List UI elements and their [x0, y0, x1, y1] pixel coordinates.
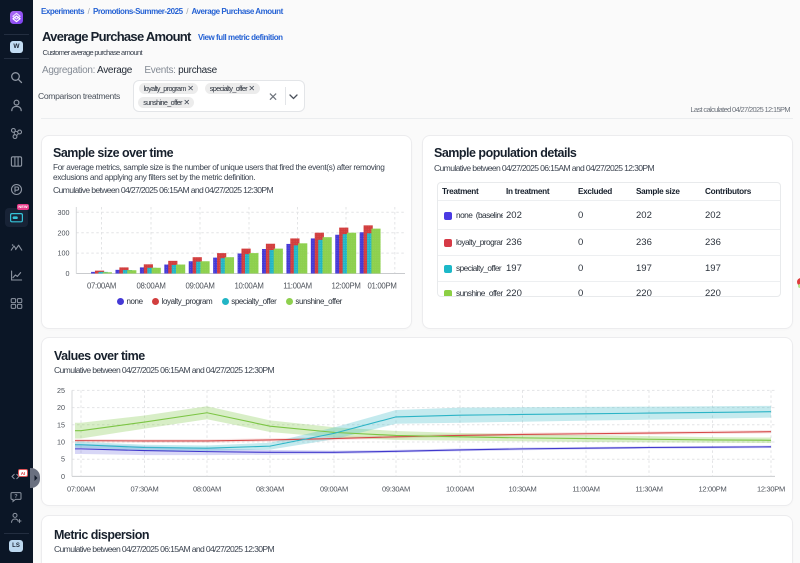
- svg-text:25: 25: [57, 386, 65, 395]
- svg-text:11:00AM: 11:00AM: [572, 485, 599, 494]
- svg-text:10:00AM: 10:00AM: [446, 485, 474, 494]
- svg-text:200: 200: [58, 228, 70, 237]
- svg-text:08:00AM: 08:00AM: [193, 485, 221, 494]
- svg-text:20: 20: [57, 403, 65, 412]
- svg-text:10:30AM: 10:30AM: [509, 485, 537, 494]
- svg-text:01:00PM: 01:00PM: [367, 282, 396, 291]
- svg-text:08:00AM: 08:00AM: [136, 282, 165, 291]
- svg-text:0: 0: [66, 269, 70, 278]
- svg-text:15: 15: [57, 420, 65, 429]
- svg-text:5: 5: [61, 455, 65, 464]
- svg-text:08:30AM: 08:30AM: [256, 485, 284, 494]
- svg-text:300: 300: [58, 208, 70, 217]
- svg-text:10:00AM: 10:00AM: [234, 282, 263, 291]
- svg-text:0: 0: [61, 472, 65, 481]
- svg-text:09:00AM: 09:00AM: [185, 282, 214, 291]
- svg-text:12:30PM: 12:30PM: [757, 485, 785, 494]
- svg-text:07:00AM: 07:00AM: [87, 282, 116, 291]
- svg-text:12:00PM: 12:00PM: [331, 282, 360, 291]
- svg-text:11:30AM: 11:30AM: [635, 485, 662, 494]
- svg-text:07:30AM: 07:30AM: [131, 485, 159, 494]
- svg-text:07:00AM: 07:00AM: [67, 485, 95, 494]
- svg-text:10: 10: [57, 438, 65, 447]
- svg-text:09:30AM: 09:30AM: [382, 485, 410, 494]
- svg-text:100: 100: [58, 249, 70, 258]
- svg-text:09:00AM: 09:00AM: [320, 485, 348, 494]
- svg-text:11:00AM: 11:00AM: [283, 282, 312, 291]
- svg-text:12:00PM: 12:00PM: [699, 485, 727, 494]
